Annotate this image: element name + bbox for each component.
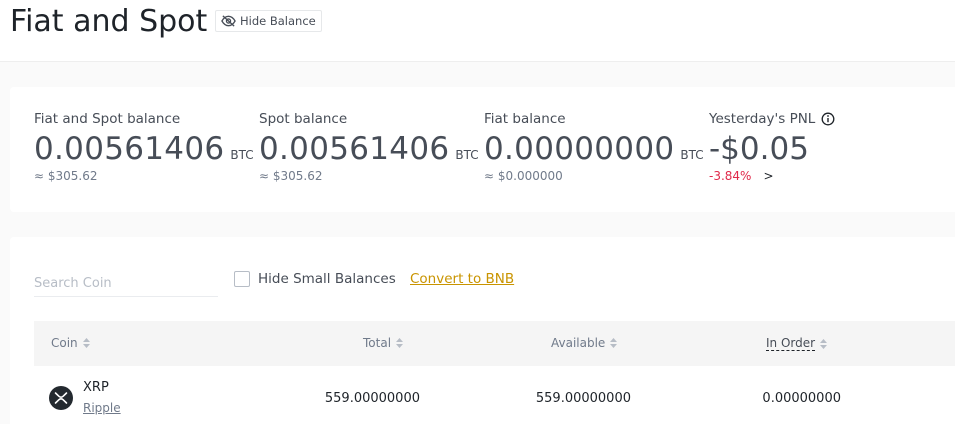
pnl-value: -$0.05 — [709, 131, 809, 167]
fiat-balance-usd: ≈ $0.000000 — [484, 169, 563, 183]
column-header-in-order[interactable]: In Order — [766, 336, 828, 351]
table-row[interactable]: XRP Ripple 559.00000000 559.00000000 0.0… — [34, 366, 955, 424]
column-header-total[interactable]: Total — [363, 336, 404, 350]
column-header-available[interactable]: Available — [551, 336, 618, 350]
fiat-balance-block: Fiat balance 0.00000000 BTC ≈ $0.000000 — [484, 111, 704, 183]
balance-summary-card: Fiat and Spot balance 0.00561406 BTC ≈ $… — [10, 87, 955, 212]
pnl-percent: -3.84% — [709, 169, 752, 183]
search-coin-input[interactable] — [34, 271, 218, 297]
column-header-coin[interactable]: Coin — [51, 336, 90, 350]
page-title: Fiat and Spot — [10, 4, 208, 39]
xrp-coin-icon — [49, 386, 73, 410]
pnl-block: Yesterday's PNL -$0.05 -3.84% > — [709, 111, 835, 183]
eye-slash-icon — [221, 15, 236, 27]
in-order-cell: 0.00000000 — [762, 391, 841, 406]
total-cell: 559.00000000 — [324, 391, 420, 406]
hide-small-balances-toggle[interactable]: Hide Small Balances — [234, 271, 396, 287]
table-header: Coin Total Available In Order — [34, 321, 955, 366]
hide-small-balances-label: Hide Small Balances — [258, 271, 396, 287]
column-label-available: Available — [551, 336, 606, 350]
sort-icon — [820, 338, 828, 349]
coin-name-link[interactable]: Ripple — [83, 401, 121, 415]
convert-to-bnb-link[interactable]: Convert to BNB — [410, 271, 514, 287]
spot-balance-label: Spot balance — [259, 111, 348, 127]
column-label-in-order: In Order — [766, 336, 816, 351]
spot-balance-unit: BTC — [455, 148, 479, 162]
spot-balance-value: 0.00561406 — [259, 131, 450, 167]
column-label-coin: Coin — [51, 336, 78, 350]
total-balance-label: Fiat and Spot balance — [34, 111, 181, 127]
page-header: Fiat and Spot Hide Balance — [0, 0, 955, 62]
fiat-balance-value: 0.00000000 — [484, 131, 675, 167]
hide-small-balances-checkbox[interactable] — [234, 271, 250, 287]
pnl-details-link[interactable]: > — [763, 169, 773, 183]
info-icon[interactable] — [821, 112, 835, 126]
pnl-label: Yesterday's PNL — [709, 111, 816, 127]
total-balance-block: Fiat and Spot balance 0.00561406 BTC ≈ $… — [34, 111, 254, 183]
sort-icon — [610, 338, 618, 348]
total-balance-unit: BTC — [230, 148, 254, 162]
total-balance-usd: ≈ $305.62 — [34, 169, 98, 183]
coin-symbol: XRP — [83, 380, 109, 395]
fiat-balance-unit: BTC — [680, 148, 704, 162]
spot-balance-block: Spot balance 0.00561406 BTC ≈ $305.62 — [259, 111, 479, 183]
hide-balance-label: Hide Balance — [240, 14, 316, 28]
hide-balance-button[interactable]: Hide Balance — [215, 10, 322, 32]
available-cell: 559.00000000 — [535, 391, 631, 406]
assets-table-card: Hide Small Balances Convert to BNB Coin … — [10, 237, 955, 424]
column-label-total: Total — [363, 336, 392, 350]
sort-icon — [396, 338, 404, 348]
total-balance-value: 0.00561406 — [34, 131, 225, 167]
spot-balance-usd: ≈ $305.62 — [259, 169, 323, 183]
fiat-balance-label: Fiat balance — [484, 111, 566, 127]
sort-icon — [82, 338, 90, 348]
